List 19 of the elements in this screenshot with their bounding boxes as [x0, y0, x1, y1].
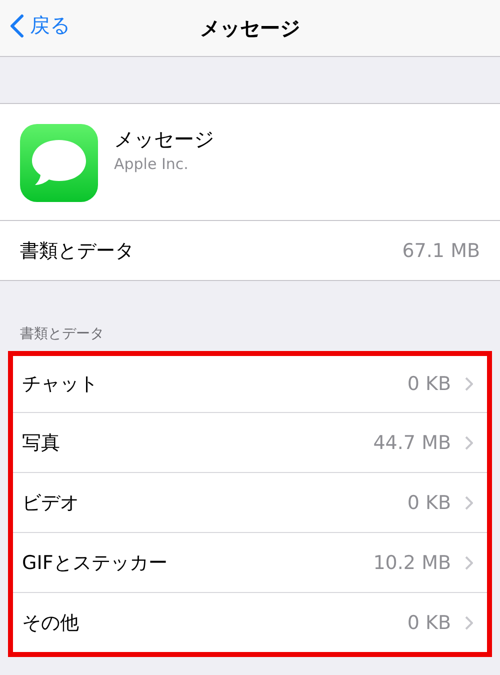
back-chevron-icon — [10, 14, 24, 38]
app-name: メッセージ — [114, 126, 214, 153]
chevron-icon — [465, 377, 473, 391]
list-item[interactable]: 写真 44.7 MB — [13, 412, 487, 472]
row-label: 書類とデータ — [20, 238, 134, 264]
list-item[interactable]: ビデオ 0 KB — [13, 472, 487, 532]
list-item[interactable]: その他 0 KB — [13, 592, 487, 652]
back-button[interactable]: 戻る — [10, 12, 70, 39]
chevron-icon — [465, 436, 473, 450]
chevron-icon — [465, 616, 473, 630]
chevron-icon — [465, 496, 473, 510]
developer-name: Apple Inc. — [114, 155, 190, 173]
screen-title: メッセージ — [200, 14, 300, 42]
list-item[interactable]: GIFとステッカー 10.2 MB — [13, 532, 487, 592]
section-header: 書類とデータ — [19, 325, 105, 344]
speech-bubble-app-icon — [20, 124, 98, 202]
row-value: 67.1 MB — [402, 240, 480, 262]
list-item[interactable]: チャット 0 KB — [13, 356, 487, 412]
chevron-icon — [465, 556, 473, 570]
